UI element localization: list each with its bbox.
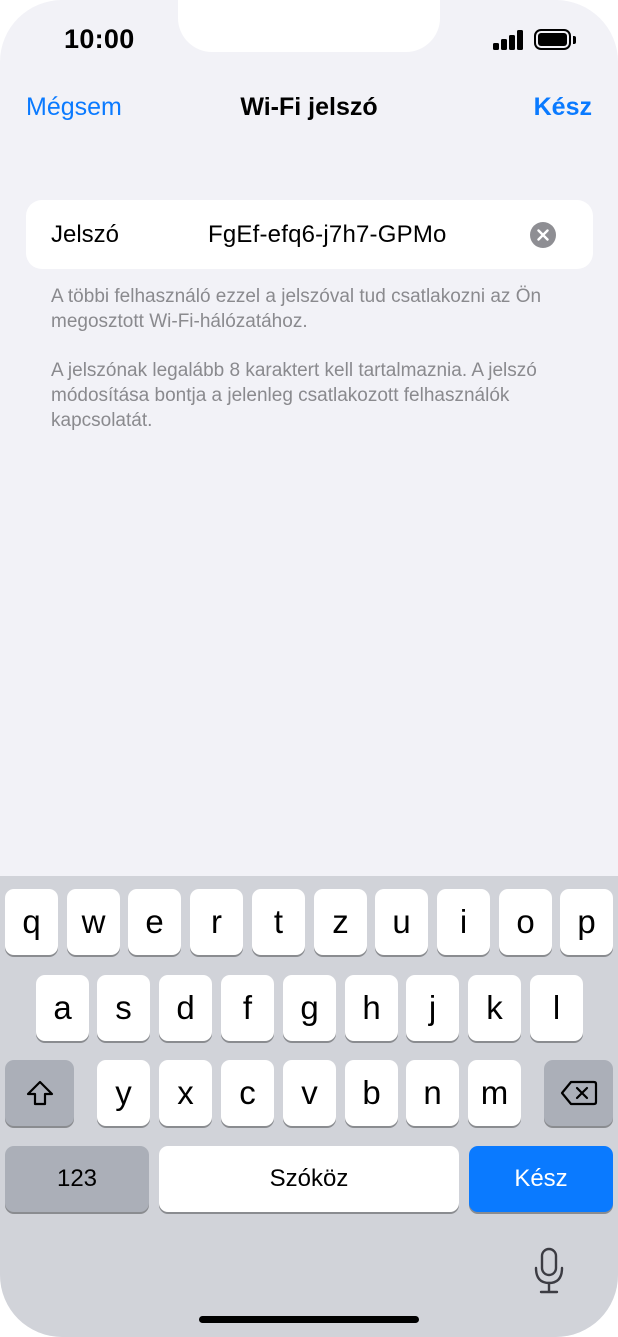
battery-tip xyxy=(573,36,576,44)
key-t[interactable]: t xyxy=(252,889,305,955)
key-e[interactable]: e xyxy=(128,889,181,955)
key-v[interactable]: v xyxy=(283,1060,336,1126)
key-r[interactable]: r xyxy=(190,889,243,955)
delete-icon xyxy=(560,1080,597,1106)
status-time: 10:00 xyxy=(64,24,135,54)
key-n[interactable]: n xyxy=(406,1060,459,1126)
clear-text-icon[interactable] xyxy=(530,222,556,248)
key-f[interactable]: f xyxy=(221,975,274,1041)
done-button[interactable]: Kész xyxy=(534,93,592,122)
key-z[interactable]: z xyxy=(314,889,367,955)
key-y[interactable]: y xyxy=(97,1060,150,1126)
microphone-icon[interactable] xyxy=(531,1246,567,1296)
password-field-row[interactable]: Jelszó FgEf-efq6-j7h7-GPMo xyxy=(26,200,593,269)
numbers-key[interactable]: 123 xyxy=(5,1146,149,1212)
delete-key[interactable] xyxy=(544,1060,613,1126)
phone-screen: 10:00 Wi-Fi jelszó Mégsem Kész Jelszó Fg… xyxy=(0,0,618,1337)
key-g[interactable]: g xyxy=(283,975,336,1041)
key-x[interactable]: x xyxy=(159,1060,212,1126)
password-label: Jelszó xyxy=(51,221,120,248)
key-o[interactable]: o xyxy=(499,889,552,955)
camera-notch xyxy=(178,0,440,52)
footnote-sharing: A többi felhasználó ezzel a jelszóval tu… xyxy=(51,286,542,332)
key-d[interactable]: d xyxy=(159,975,212,1041)
key-b[interactable]: b xyxy=(345,1060,398,1126)
footnote-requirements: A jelszónak legalább 8 karaktert kell ta… xyxy=(51,360,537,431)
key-q[interactable]: q xyxy=(5,889,58,955)
key-u[interactable]: u xyxy=(375,889,428,955)
cellular-signal-icon xyxy=(493,30,525,50)
key-w[interactable]: w xyxy=(67,889,120,955)
key-c[interactable]: c xyxy=(221,1060,274,1126)
home-indicator[interactable] xyxy=(199,1316,419,1323)
key-s[interactable]: s xyxy=(97,975,150,1041)
battery-icon xyxy=(534,29,571,50)
return-key[interactable]: Kész xyxy=(469,1146,613,1212)
key-l[interactable]: l xyxy=(530,975,583,1041)
shift-key[interactable] xyxy=(5,1060,74,1126)
password-input[interactable]: FgEf-efq6-j7h7-GPMo xyxy=(208,221,447,249)
key-m[interactable]: m xyxy=(468,1060,521,1126)
key-p[interactable]: p xyxy=(560,889,613,955)
keyboard: q w e r t z u i o p a s d f g h j k l y … xyxy=(0,876,618,1337)
key-i[interactable]: i xyxy=(437,889,490,955)
key-k[interactable]: k xyxy=(468,975,521,1041)
key-a[interactable]: a xyxy=(36,975,89,1041)
key-j[interactable]: j xyxy=(406,975,459,1041)
key-h[interactable]: h xyxy=(345,975,398,1041)
cancel-button[interactable]: Mégsem xyxy=(26,93,122,122)
space-key[interactable]: Szóköz xyxy=(159,1146,459,1212)
shift-icon xyxy=(26,1080,53,1106)
